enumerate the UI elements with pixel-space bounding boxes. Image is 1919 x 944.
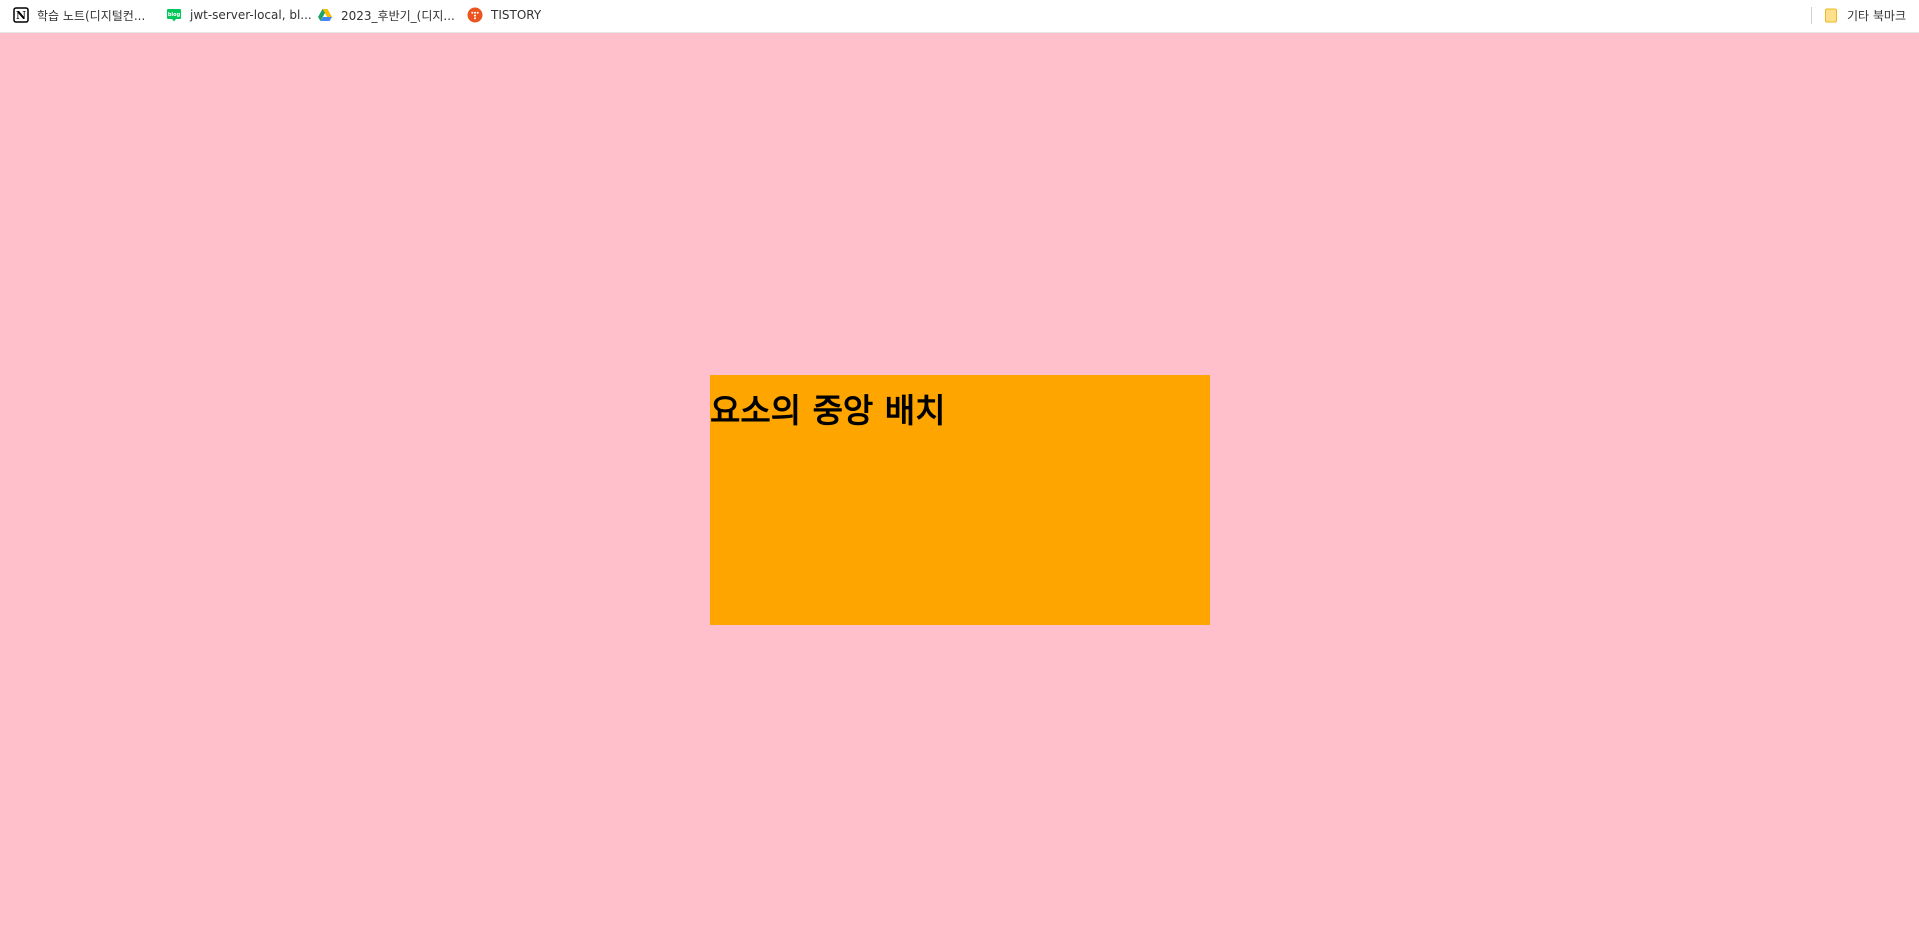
blog-icon: blog xyxy=(166,7,182,23)
svg-text:N: N xyxy=(16,9,26,22)
bookmark-label: 학습 노트(디지털컨... xyxy=(37,8,146,23)
svg-text:blog: blog xyxy=(168,12,181,18)
page-content: 요소의 중앙 배치 xyxy=(0,33,1919,944)
bookmark-label: jwt-server-local, bl... xyxy=(190,8,312,22)
bookmarks-divider xyxy=(1811,7,1812,24)
bookmarks-bar: N 학습 노트(디지털컨... blog jwt-server-local, b… xyxy=(0,0,1919,33)
centered-box: 요소의 중앙 배치 xyxy=(710,375,1210,625)
other-bookmarks-folder[interactable]: 기타 북마크 xyxy=(1823,0,1906,30)
other-bookmarks-label: 기타 북마크 xyxy=(1846,8,1906,23)
bookmark-tistory[interactable]: TISTORY xyxy=(467,0,541,30)
bookmark-study-notes[interactable]: N 학습 노트(디지털컨... xyxy=(13,0,145,30)
bookmark-google-drive[interactable]: 2023_후반기_(디지... xyxy=(317,0,455,30)
google-drive-icon xyxy=(317,7,333,23)
tistory-icon xyxy=(467,7,483,23)
folder-icon xyxy=(1823,7,1839,23)
bookmark-label: 2023_후반기_(디지... xyxy=(341,8,455,23)
bookmark-jwt-server[interactable]: blog jwt-server-local, bl... xyxy=(166,0,312,30)
notion-icon: N xyxy=(13,7,29,23)
page-heading: 요소의 중앙 배치 xyxy=(710,391,946,430)
bookmark-label: TISTORY xyxy=(491,8,542,22)
